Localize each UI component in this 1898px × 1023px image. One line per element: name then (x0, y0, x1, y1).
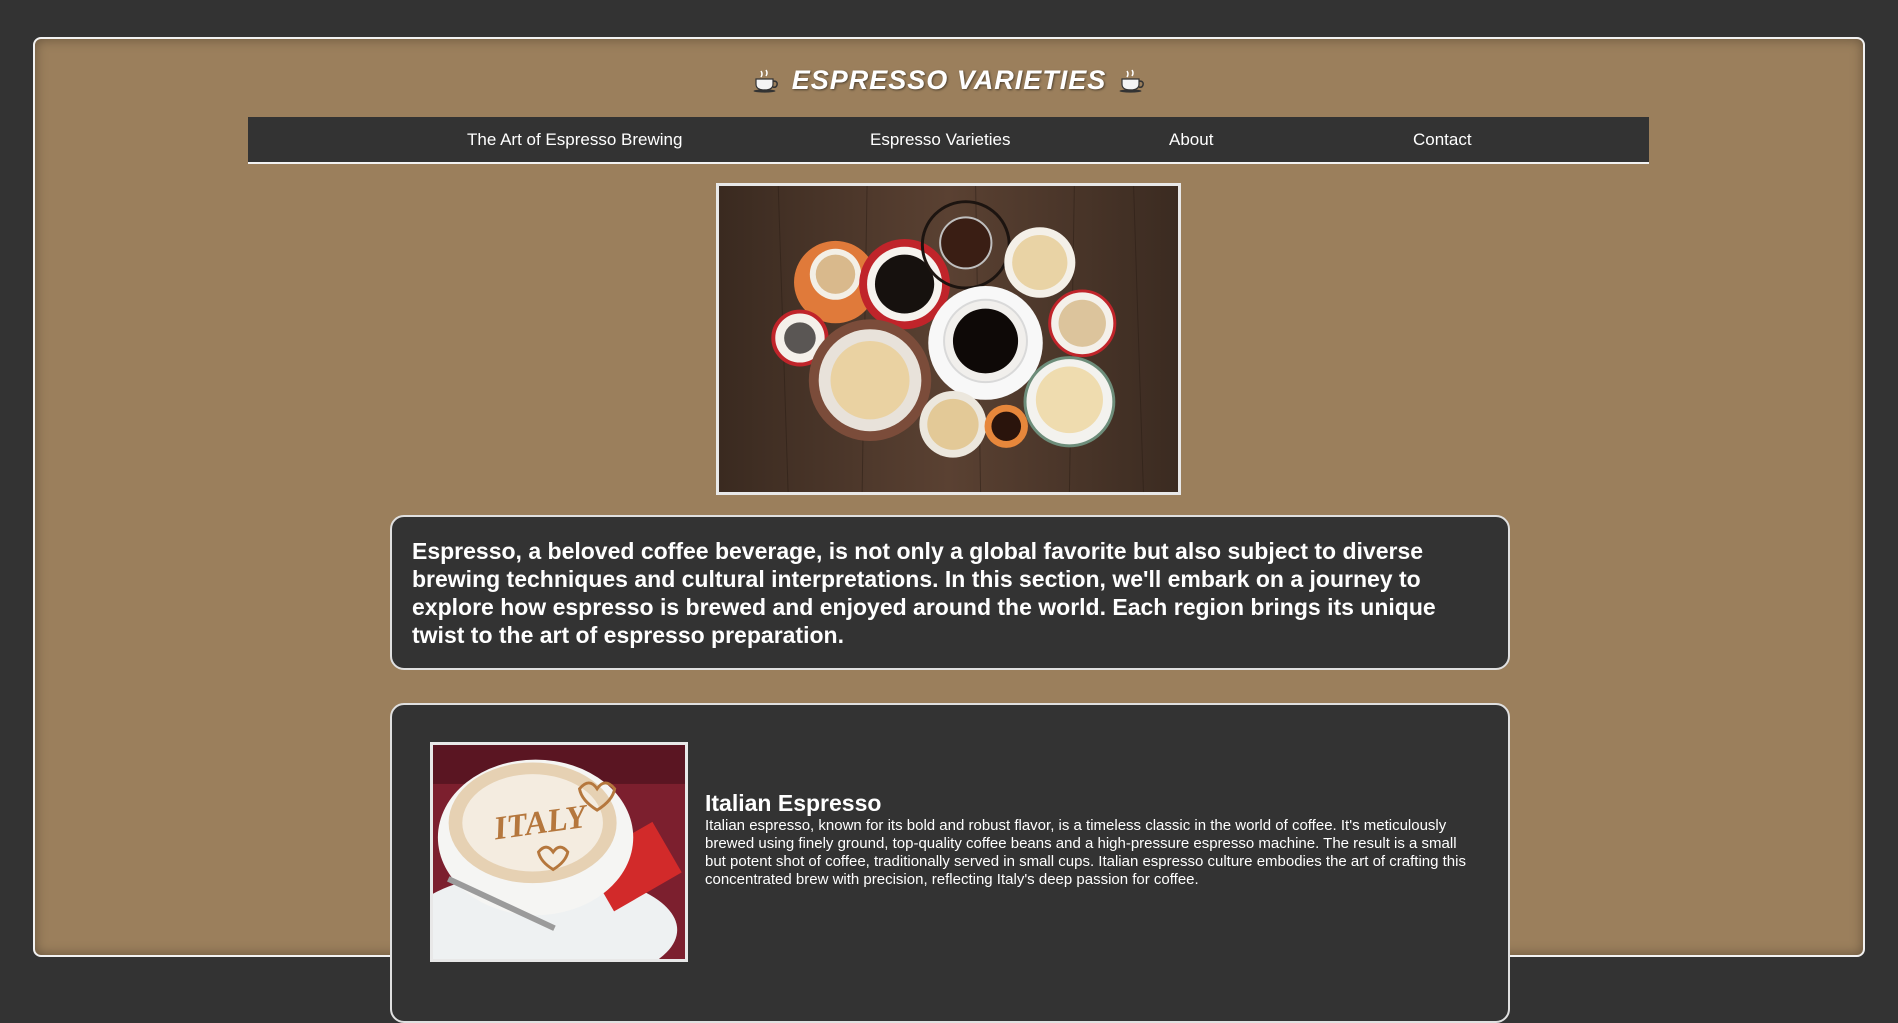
coffee-cup-icon (1118, 69, 1146, 93)
variety-card-italian-espresso: ITALY Italian Espresso Italian espresso,… (390, 703, 1510, 1023)
nav-link-art-of-espresso-brewing[interactable]: The Art of Espresso Brewing (467, 117, 682, 162)
variety-title: Italian Espresso (705, 790, 882, 816)
variety-description: Italian espresso, known for its bold and… (705, 817, 1466, 888)
intro-text: Espresso, a beloved coffee beverage, is … (412, 538, 1436, 648)
page-frame: ESPRESSO VARIETIES The Art of Espresso B… (33, 37, 1865, 1023)
nav-link-espresso-varieties[interactable]: Espresso Varieties (870, 117, 1010, 162)
page-title: ESPRESSO VARIETIES (791, 65, 1107, 95)
page-header: ESPRESSO VARIETIES (35, 65, 1863, 96)
nav-link-about[interactable]: About (1169, 117, 1213, 162)
italian-espresso-image: ITALY (430, 742, 688, 962)
intro-panel: Espresso, a beloved coffee beverage, is … (390, 515, 1510, 670)
main-navigation: The Art of Espresso Brewing Espresso Var… (248, 117, 1649, 164)
coffee-cup-icon (752, 69, 780, 93)
nav-link-contact[interactable]: Contact (1413, 117, 1472, 162)
hero-image-coffee-cups (716, 183, 1181, 495)
